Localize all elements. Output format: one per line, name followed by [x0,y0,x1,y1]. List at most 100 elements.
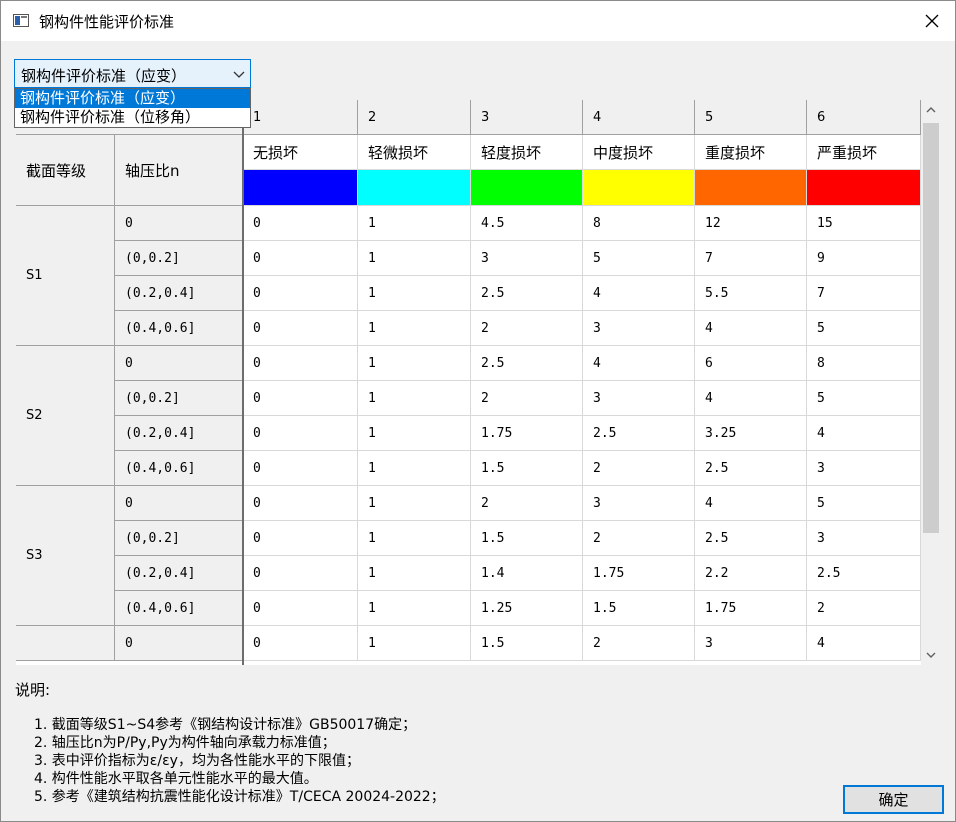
value-cell[interactable]: 3 [807,521,921,556]
value-cell[interactable]: 4.5 [471,206,583,241]
value-cell[interactable]: 1.25 [471,591,583,626]
scroll-down-icon[interactable] [923,647,939,663]
value-cell[interactable]: 2 [583,451,695,486]
value-cell[interactable]: 5 [807,486,921,521]
select-option-strain[interactable]: 钢构件评价标准（应变） [15,89,250,108]
value-cell[interactable]: 2.5 [807,556,921,591]
value-cell[interactable]: 1.75 [583,556,695,591]
axial-ratio-cell: (0.4,0.6] [115,311,243,346]
section-grade-cell: S1 [16,206,115,346]
value-cell[interactable]: 5 [583,241,695,276]
select-option-drift[interactable]: 钢构件评价标准（位移角） [15,108,250,127]
value-cell[interactable]: 3 [807,451,921,486]
value-cell[interactable]: 12 [695,206,807,241]
value-cell[interactable]: 1.75 [471,416,583,451]
axial-ratio-cell: (0,0.2] [115,381,243,416]
value-cell[interactable]: 5 [807,311,921,346]
value-cell[interactable]: 2 [583,626,695,661]
value-cell[interactable]: 1 [358,556,471,591]
value-cell[interactable]: 6 [695,346,807,381]
value-cell[interactable]: 1.5 [471,451,583,486]
value-cell[interactable]: 2 [583,521,695,556]
value-cell[interactable]: 15 [807,206,921,241]
value-cell[interactable]: 3 [471,241,583,276]
value-cell[interactable]: 0 [243,556,358,591]
value-cell[interactable]: 7 [807,276,921,311]
scrollbar-thumb[interactable] [923,123,939,533]
value-cell[interactable]: 0 [243,416,358,451]
value-cell[interactable]: 0 [243,486,358,521]
value-cell[interactable]: 2 [471,486,583,521]
value-cell[interactable]: 1.4 [471,556,583,591]
value-cell[interactable]: 3 [583,381,695,416]
value-cell[interactable]: 0 [243,276,358,311]
axial-ratio-cell: (0,0.2] [115,521,243,556]
level-color-swatch [695,170,807,206]
section-grade-cell: S3 [16,486,115,626]
value-cell[interactable]: 3.25 [695,416,807,451]
value-cell[interactable]: 4 [695,381,807,416]
value-cell[interactable]: 1.75 [695,591,807,626]
value-cell[interactable]: 0 [243,241,358,276]
close-button[interactable] [909,1,955,41]
level-name: 严重损坏 [807,135,921,170]
value-cell[interactable]: 1 [358,486,471,521]
value-cell[interactable]: 1.5 [471,521,583,556]
notes-label: 说明: [15,681,51,699]
value-cell[interactable]: 1 [358,381,471,416]
value-cell[interactable]: 4 [695,486,807,521]
value-cell[interactable]: 2.5 [583,416,695,451]
app-icon [13,14,29,27]
value-cell[interactable]: 9 [807,241,921,276]
value-cell[interactable]: 1 [358,346,471,381]
value-cell[interactable]: 1 [358,416,471,451]
value-cell[interactable]: 2.2 [695,556,807,591]
value-cell[interactable]: 4 [583,276,695,311]
value-cell[interactable]: 0 [243,626,358,661]
value-cell[interactable]: 2.5 [471,276,583,311]
value-cell[interactable]: 8 [807,346,921,381]
value-cell[interactable]: 2.5 [695,451,807,486]
value-cell[interactable]: 1 [358,626,471,661]
value-cell[interactable]: 1 [358,206,471,241]
value-cell[interactable]: 2.5 [471,346,583,381]
criteria-table: 截面等级 轴压比n 1 2 3 4 5 6 无损坏 轻微损坏 轻度损坏 中度损坏 重度损坏 严重损坏 S1 0… [16,100,921,665]
value-cell[interactable]: 3 [583,486,695,521]
value-cell[interactable]: 1 [358,451,471,486]
value-cell[interactable]: 4 [695,311,807,346]
ok-button[interactable]: 确定 [843,785,944,814]
value-cell[interactable]: 1.5 [583,591,695,626]
value-cell[interactable]: 4 [807,626,921,661]
vertical-scrollbar[interactable] [921,100,941,665]
value-cell[interactable]: 5.5 [695,276,807,311]
value-cell[interactable]: 4 [583,346,695,381]
value-cell[interactable]: 8 [583,206,695,241]
value-cell[interactable]: 1 [358,311,471,346]
value-cell[interactable]: 3 [695,626,807,661]
value-cell[interactable]: 1 [358,241,471,276]
value-cell[interactable]: 0 [243,381,358,416]
value-cell[interactable]: 0 [243,346,358,381]
value-cell[interactable]: 0 [243,206,358,241]
axial-ratio-cell: 0 [115,486,243,521]
scroll-up-icon[interactable] [923,102,939,118]
value-cell[interactable]: 2.5 [695,521,807,556]
value-cell[interactable]: 1 [358,276,471,311]
value-cell[interactable]: 2 [471,311,583,346]
value-cell[interactable]: 1 [358,591,471,626]
value-cell[interactable]: 2 [807,591,921,626]
axial-ratio-cell: (0.2,0.4] [115,416,243,451]
standard-select[interactable]: 钢构件评价标准（应变） [14,59,251,88]
value-cell[interactable]: 1 [358,521,471,556]
value-cell[interactable]: 7 [695,241,807,276]
value-cell[interactable]: 5 [807,381,921,416]
value-cell[interactable]: 1.5 [471,626,583,661]
value-cell[interactable]: 4 [807,416,921,451]
value-cell[interactable]: 2 [471,381,583,416]
value-cell[interactable]: 0 [243,451,358,486]
value-cell[interactable]: 0 [243,311,358,346]
column-header: 4 [583,100,695,135]
value-cell[interactable]: 0 [243,521,358,556]
value-cell[interactable]: 0 [243,591,358,626]
value-cell[interactable]: 3 [583,311,695,346]
